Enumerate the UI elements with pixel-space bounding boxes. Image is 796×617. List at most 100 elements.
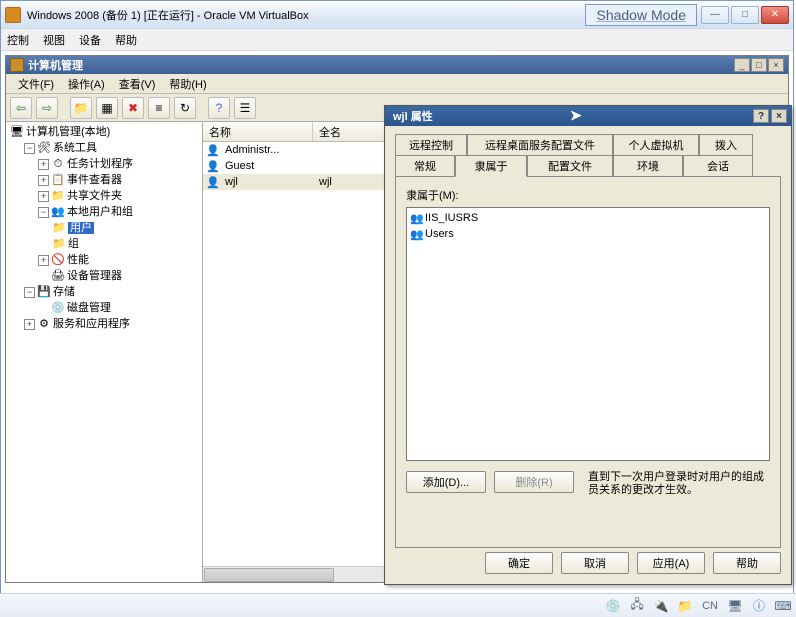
- info-icon[interactable]: ⓘ: [752, 599, 766, 613]
- delete-button[interactable]: [122, 97, 144, 119]
- ime-indicator[interactable]: CN: [702, 600, 718, 612]
- disk-indicator-icon[interactable]: 💿: [606, 599, 620, 613]
- mmc-close-button[interactable]: ×: [768, 58, 784, 72]
- apply-button[interactable]: 应用(A): [637, 552, 705, 574]
- mmc-title: 计算机管理: [28, 57, 734, 73]
- refresh-button[interactable]: [174, 97, 196, 119]
- tree-system-tools[interactable]: 系统工具: [53, 142, 97, 154]
- collapse-toggle[interactable]: −: [38, 207, 49, 218]
- list-button[interactable]: [234, 97, 256, 119]
- ok-button[interactable]: 确定: [485, 552, 553, 574]
- user-icon: 👤: [205, 160, 221, 173]
- tree-root[interactable]: 计算机管理(本地): [26, 126, 110, 138]
- user-icon: 👤: [205, 176, 221, 189]
- expand-toggle[interactable]: +: [24, 319, 35, 330]
- tree-users[interactable]: 用户: [68, 222, 94, 234]
- display-indicator-icon[interactable]: 🖥: [728, 599, 742, 613]
- tab-row-2: 常规 隶属于 配置文件 环境 会话: [395, 155, 781, 177]
- properties-button[interactable]: [148, 97, 170, 119]
- tab-sessions[interactable]: 会话: [683, 155, 753, 177]
- shared-folder-icon[interactable]: 📁: [678, 599, 692, 613]
- tab-remote-control[interactable]: 远程控制: [395, 134, 467, 155]
- back-button[interactable]: [10, 97, 32, 119]
- expand-toggle[interactable]: +: [38, 159, 49, 170]
- folder-icon: 📁: [52, 220, 66, 236]
- tab-personal-vm[interactable]: 个人虚拟机: [613, 134, 699, 155]
- tree-pane[interactable]: 🖥计算机管理(本地) −🛠系统工具 +⏱任务计划程序 +📋事件查看器 +📁共享文…: [6, 122, 203, 582]
- tab-dialin[interactable]: 拨入: [699, 134, 753, 155]
- props-close-button[interactable]: ×: [771, 109, 787, 123]
- tree-services[interactable]: 服务和应用程序: [53, 318, 130, 330]
- tree-disk-mgmt[interactable]: 磁盘管理: [67, 302, 111, 314]
- collapse-toggle[interactable]: −: [24, 287, 35, 298]
- tab-memberof[interactable]: 隶属于: [455, 155, 527, 177]
- close-button[interactable]: ✕: [761, 6, 789, 24]
- hint-text: 直到下一次用户登录时对用户的组成员关系的更改才生效。: [582, 471, 770, 497]
- remove-button[interactable]: 删除(R): [494, 471, 574, 493]
- tree-local-users[interactable]: 本地用户和组: [67, 206, 133, 218]
- usb-indicator-icon[interactable]: 🔌: [654, 599, 668, 613]
- mmc-titlebar[interactable]: 计算机管理 _ □ ×: [6, 56, 788, 74]
- user-icon: 👤: [205, 144, 221, 157]
- menu-control[interactable]: 控制: [7, 32, 29, 48]
- disk-icon: 💿: [51, 300, 65, 316]
- scrollbar-thumb[interactable]: [204, 568, 334, 582]
- mmc-minimize-button[interactable]: _: [734, 58, 750, 72]
- mmc-menu-action[interactable]: 操作(A): [62, 74, 111, 94]
- mmc-maximize-button[interactable]: □: [751, 58, 767, 72]
- mmc-menu-help[interactable]: 帮助(H): [163, 74, 212, 94]
- expand-toggle[interactable]: +: [38, 191, 49, 202]
- view-grid-button[interactable]: [96, 97, 118, 119]
- vbox-titlebar[interactable]: Windows 2008 (备份 1) [正在运行] - Oracle VM V…: [1, 1, 793, 29]
- collapse-toggle[interactable]: −: [24, 143, 35, 154]
- tree-shared-folders[interactable]: 共享文件夹: [67, 190, 122, 202]
- menu-help[interactable]: 帮助: [115, 32, 137, 48]
- memberof-list[interactable]: 👥 IIS_IUSRS 👥 Users: [406, 207, 770, 461]
- minimize-button[interactable]: —: [701, 6, 729, 24]
- vbox-menubar: 控制 视图 设备 帮助: [1, 29, 793, 51]
- tree-storage[interactable]: 存储: [53, 286, 75, 298]
- tree-task-scheduler[interactable]: 任务计划程序: [67, 158, 133, 170]
- list-item[interactable]: 👥 Users: [409, 226, 767, 242]
- network-indicator-icon[interactable]: 🖧: [630, 599, 644, 613]
- help-button[interactable]: 帮助: [713, 552, 781, 574]
- list-item[interactable]: 👥 IIS_IUSRS: [409, 210, 767, 226]
- tree-event-viewer[interactable]: 事件查看器: [67, 174, 122, 186]
- vbox-icon: [5, 7, 21, 23]
- help-button[interactable]: [208, 97, 230, 119]
- up-button[interactable]: [70, 97, 92, 119]
- props-help-button[interactable]: ?: [753, 109, 769, 123]
- tools-icon: 🛠: [37, 140, 51, 156]
- add-button[interactable]: 添加(D)...: [406, 471, 486, 493]
- tree-device-mgr[interactable]: 设备管理器: [67, 270, 122, 282]
- task-icon: ⏱: [51, 156, 65, 172]
- tree-groups[interactable]: 组: [68, 238, 79, 250]
- group-icon: 👥: [409, 228, 425, 241]
- dialog-buttons: 确定 取消 应用(A) 帮助: [485, 552, 781, 574]
- folder-icon: 📁: [52, 236, 66, 252]
- tab-profile[interactable]: 配置文件: [527, 155, 613, 177]
- expand-toggle[interactable]: +: [38, 175, 49, 186]
- forward-button[interactable]: [36, 97, 58, 119]
- tab-general[interactable]: 常规: [395, 155, 455, 177]
- tab-row-1: 远程控制 远程桌面服务配置文件 个人虚拟机 拨入: [395, 134, 781, 155]
- maximize-button[interactable]: □: [731, 6, 759, 24]
- mmc-menu-file[interactable]: 文件(F): [12, 74, 60, 94]
- tree-performance[interactable]: 性能: [67, 254, 89, 266]
- group-icon: 👥: [409, 212, 425, 225]
- tab-environment[interactable]: 环境: [613, 155, 683, 177]
- host-key-icon[interactable]: ⌨: [776, 599, 790, 613]
- mmc-menu-view[interactable]: 查看(V): [113, 74, 162, 94]
- event-icon: 📋: [51, 172, 65, 188]
- memberof-label: 隶属于(M):: [406, 187, 770, 203]
- col-name[interactable]: 名称: [203, 122, 313, 141]
- menu-view[interactable]: 视图: [43, 32, 65, 48]
- shadow-mode-badge[interactable]: Shadow Mode: [585, 4, 697, 26]
- menu-devices[interactable]: 设备: [79, 32, 101, 48]
- expand-toggle[interactable]: +: [38, 255, 49, 266]
- tab-content: 隶属于(M): 👥 IIS_IUSRS 👥 Users 添加(D)... 删除(…: [395, 176, 781, 548]
- user-name: Administr...: [223, 144, 313, 156]
- tab-rds-profile[interactable]: 远程桌面服务配置文件: [467, 134, 613, 155]
- props-titlebar[interactable]: wjl 属性 ➤ ? ×: [385, 106, 791, 126]
- cancel-button[interactable]: 取消: [561, 552, 629, 574]
